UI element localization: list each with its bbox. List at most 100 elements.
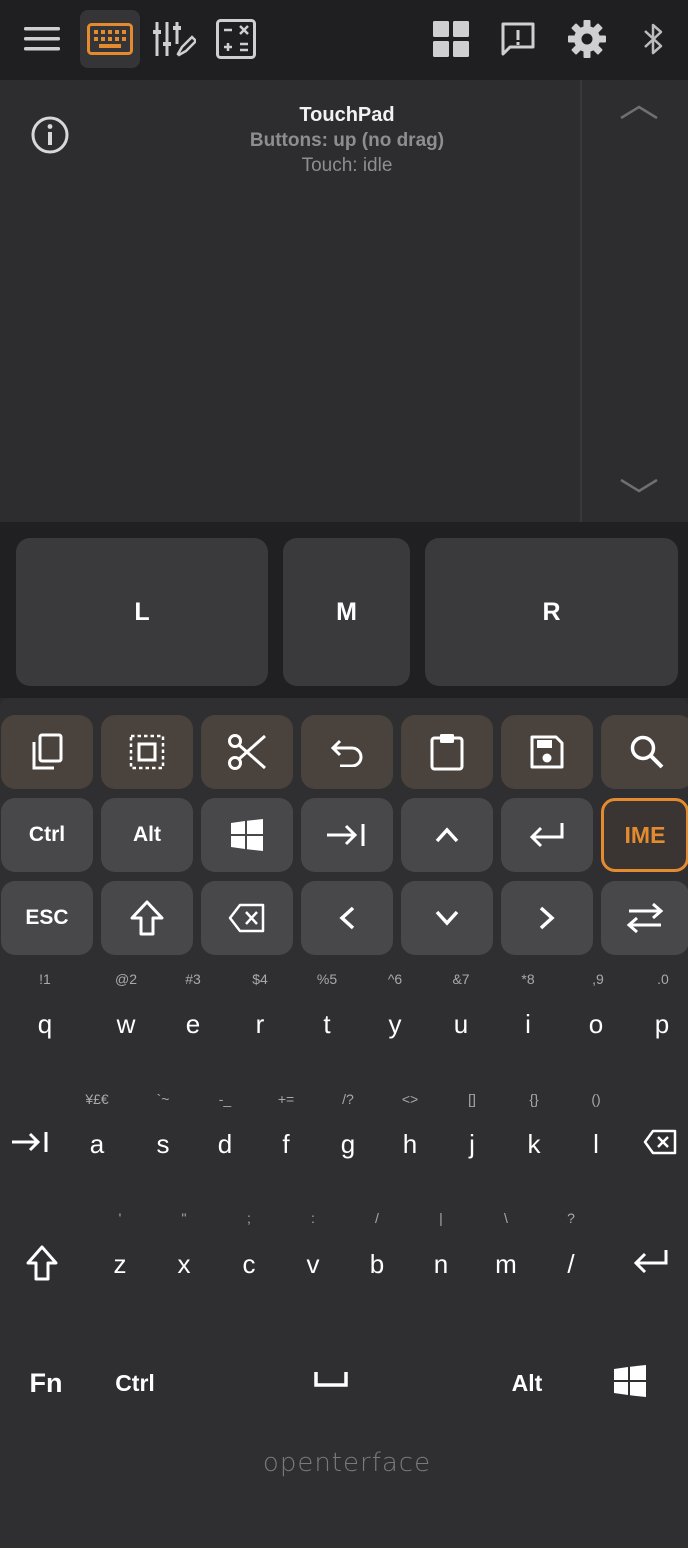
key-g[interactable]: g (323, 1129, 373, 1160)
menu-button[interactable] (12, 10, 72, 68)
left-mouse-button[interactable]: L (16, 538, 268, 686)
space-key-icon[interactable] (314, 1370, 348, 1388)
feedback-button[interactable] (488, 10, 548, 68)
key-q[interactable]: q (20, 1009, 70, 1040)
key-hint: ? (567, 1210, 575, 1226)
key-slash[interactable]: / (546, 1249, 596, 1280)
windows-key[interactable] (201, 798, 293, 872)
paste-icon (430, 734, 464, 771)
key-x[interactable]: x (159, 1249, 209, 1280)
keyboard-mode-button[interactable] (80, 10, 140, 68)
macro-edit-button[interactable] (144, 10, 204, 68)
keyboard-icon (87, 23, 133, 55)
right-mouse-button[interactable]: R (425, 538, 678, 686)
arrow-right-key[interactable] (501, 881, 593, 955)
key-v[interactable]: v (288, 1249, 338, 1280)
key-hint: : (311, 1210, 315, 1226)
key-hint: -_ (218, 1091, 232, 1107)
calculator-button[interactable] (206, 10, 266, 68)
arrow-down-key[interactable] (401, 881, 493, 955)
key-m[interactable]: m (481, 1249, 531, 1280)
settings-button[interactable] (557, 10, 617, 68)
mouse-buttons-bar: L M R (0, 522, 688, 698)
delete-key[interactable] (201, 881, 293, 955)
select-all-key[interactable] (101, 715, 193, 789)
key-o[interactable]: o (571, 1009, 621, 1040)
arrow-left-key[interactable] (301, 881, 393, 955)
copy-key[interactable] (1, 715, 93, 789)
bottom-ctrl-key[interactable]: Ctrl (100, 1370, 170, 1397)
key-j[interactable]: j (447, 1129, 497, 1160)
key-hint: .0 (657, 971, 669, 987)
enter-key[interactable] (501, 798, 593, 872)
undo-icon (330, 739, 363, 767)
bottom-alt-key[interactable]: Alt (497, 1370, 557, 1397)
brand-logo: openterface (262, 1448, 432, 1478)
key-hint: *8 (521, 971, 535, 987)
touchpad-area[interactable]: TouchPad Buttons: up (no drag) Touch: id… (0, 80, 688, 522)
enter-key-icon[interactable] (633, 1249, 669, 1273)
settings-gear-icon (568, 20, 606, 58)
tab-key-icon[interactable] (12, 1130, 50, 1154)
cut-key[interactable] (201, 715, 293, 789)
key-z[interactable]: z (95, 1249, 145, 1280)
key-hint: / (375, 1210, 379, 1226)
key-hint: [] (468, 1091, 476, 1107)
touchpad-title: TouchPad (299, 104, 395, 126)
middle-mouse-button[interactable]: M (283, 538, 410, 686)
switch-layout-key[interactable] (601, 881, 688, 955)
arrow-up-key[interactable] (401, 798, 493, 872)
backspace-icon[interactable] (643, 1129, 677, 1155)
key-b[interactable]: b (352, 1249, 402, 1280)
scroll-up-chevron-icon[interactable] (619, 104, 659, 120)
save-key[interactable] (501, 715, 593, 789)
key-s[interactable]: s (138, 1129, 188, 1160)
paste-key[interactable] (401, 715, 493, 789)
key-hint: @2 (115, 971, 137, 987)
key-k[interactable]: k (509, 1129, 559, 1160)
key-r[interactable]: r (235, 1009, 285, 1040)
key-f[interactable]: f (261, 1129, 311, 1160)
save-icon (530, 735, 564, 769)
alt-key[interactable]: Alt (101, 798, 193, 872)
key-hint: ' (118, 1210, 122, 1226)
dashboard-button[interactable] (421, 10, 481, 68)
key-hint: += (277, 1091, 295, 1107)
key-i[interactable]: i (503, 1009, 553, 1040)
key-n[interactable]: n (416, 1249, 466, 1280)
shift-icon[interactable] (26, 1245, 58, 1281)
bluetooth-button[interactable] (624, 10, 684, 68)
shift-key[interactable] (101, 881, 193, 955)
key-d[interactable]: d (200, 1129, 250, 1160)
key-w[interactable]: w (101, 1009, 151, 1040)
key-c[interactable]: c (224, 1249, 274, 1280)
ctrl-key[interactable]: Ctrl (1, 798, 93, 872)
undo-key[interactable] (301, 715, 393, 789)
esc-key[interactable]: ESC (1, 881, 93, 955)
scroll-down-chevron-icon[interactable] (619, 478, 659, 494)
tab-key[interactable] (301, 798, 393, 872)
key-y[interactable]: y (370, 1009, 420, 1040)
swap-arrows-icon (626, 902, 664, 934)
key-l[interactable]: l (571, 1129, 621, 1160)
key-h[interactable]: h (385, 1129, 435, 1160)
top-toolbar (0, 0, 688, 80)
bottom-windows-icon[interactable] (614, 1365, 646, 1397)
ime-key[interactable]: IME (601, 798, 688, 872)
sliders-edit-icon (153, 22, 196, 57)
key-u[interactable]: u (436, 1009, 486, 1040)
key-hint: | (439, 1210, 443, 1226)
key-p[interactable]: p (637, 1009, 687, 1040)
key-e[interactable]: e (168, 1009, 218, 1040)
key-t[interactable]: t (302, 1009, 352, 1040)
key-a[interactable]: a (72, 1129, 122, 1160)
key-hint: \ (504, 1210, 508, 1226)
key-hint: <> (401, 1091, 419, 1107)
chevron-up-icon (435, 827, 459, 843)
fn-key[interactable]: Fn (16, 1368, 76, 1399)
chevron-down-icon (435, 910, 459, 926)
scroll-strip-divider (580, 80, 582, 522)
key-hint: #3 (185, 971, 201, 987)
chevron-right-icon (539, 906, 555, 930)
search-key[interactable] (601, 715, 688, 789)
